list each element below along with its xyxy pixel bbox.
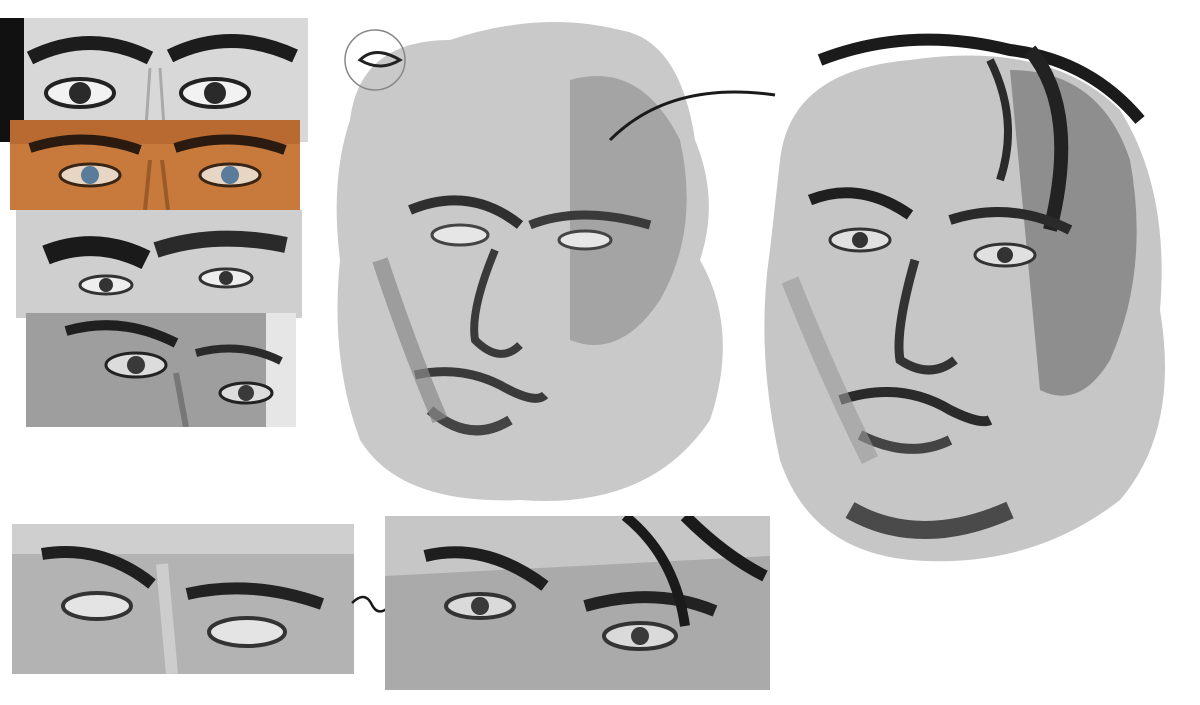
eyes-reference-3: [16, 210, 302, 318]
finished-stage-painting: [750, 30, 1190, 580]
eyes-reference-2: [10, 120, 300, 210]
sketch-stage-painting: [320, 0, 780, 510]
eyes-reference-4: [26, 313, 296, 427]
eyes-detail-before: [12, 524, 354, 674]
eyes-detail-after: [385, 516, 770, 690]
